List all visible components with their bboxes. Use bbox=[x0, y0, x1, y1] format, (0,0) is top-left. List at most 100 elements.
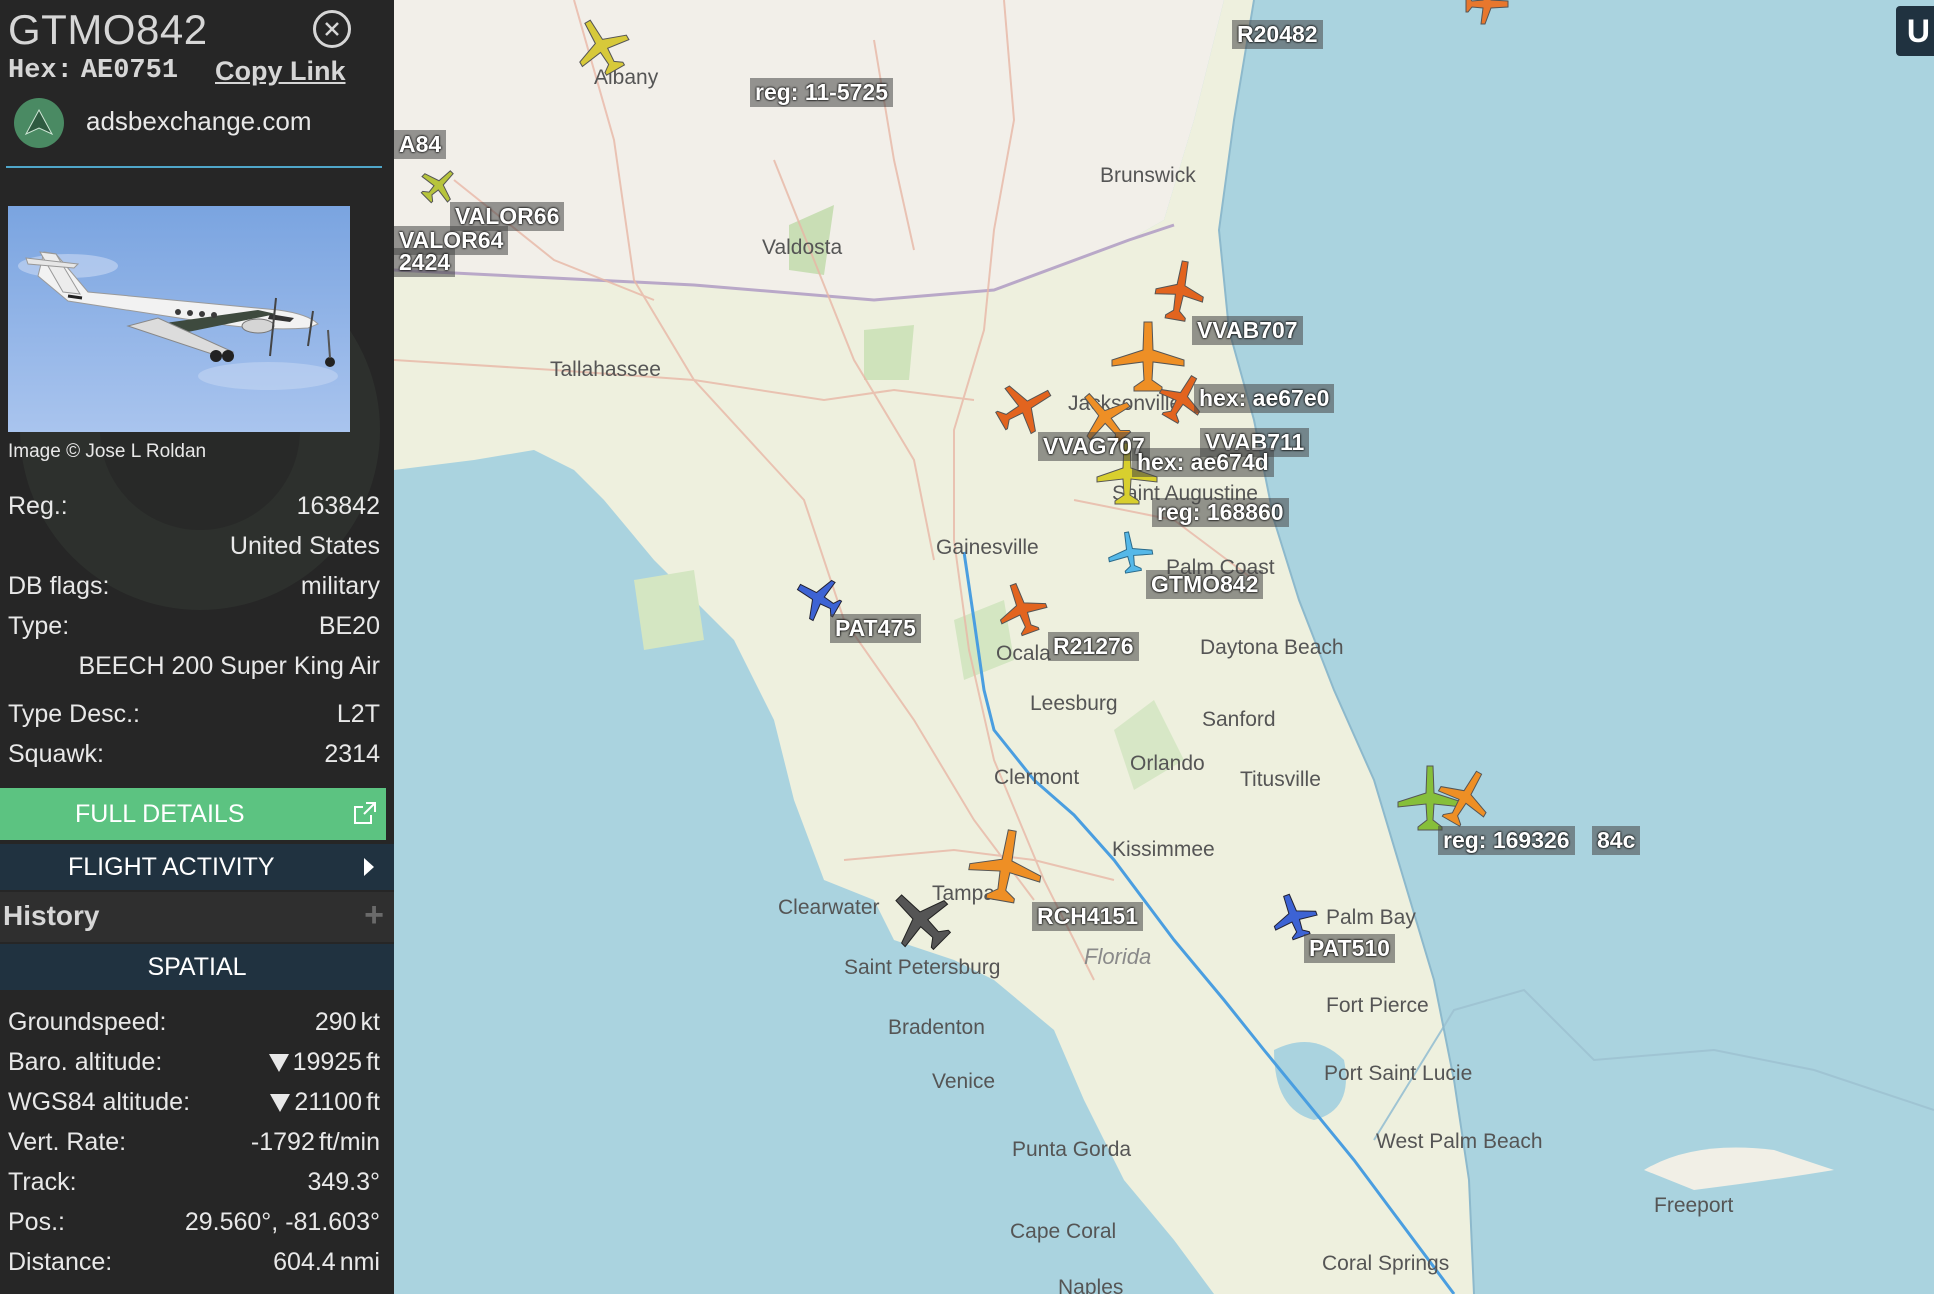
aircraft-icon[interactable] bbox=[1460, 0, 1516, 26]
baro-altitude-value: 19925 bbox=[292, 1048, 363, 1076]
photo-credit[interactable]: Image © Jose L Roldan bbox=[8, 441, 206, 463]
aircraft-photo[interactable] bbox=[8, 206, 350, 432]
city-label: Cape Coral bbox=[1010, 1220, 1117, 1243]
squawk-value: 2314 bbox=[324, 740, 380, 768]
track-label: Track: bbox=[8, 1168, 77, 1196]
divider bbox=[6, 166, 382, 168]
city-label: Punta Gorda bbox=[1012, 1138, 1132, 1161]
hex-line: Hex: AE0751 bbox=[8, 56, 178, 86]
aircraft-label[interactable]: reg: 11-5725 bbox=[750, 78, 893, 107]
aircraft-icon[interactable] bbox=[1434, 766, 1496, 828]
type-value: BE20 bbox=[318, 612, 380, 640]
aircraft-icon[interactable] bbox=[570, 14, 632, 76]
groundspeed-label: Groundspeed: bbox=[8, 1008, 167, 1036]
type-full-value: BEECH 200 Super King Air bbox=[78, 652, 380, 680]
groundspeed-value: 290 bbox=[314, 1008, 357, 1036]
dbflags-value: military bbox=[300, 572, 380, 600]
full-details-button[interactable]: FULL DETAILS bbox=[0, 788, 386, 840]
map-view[interactable]: Albany Brunswick Valdosta Tallahassee Ga… bbox=[394, 0, 1934, 1294]
chevron-right-icon bbox=[364, 858, 374, 876]
city-label: Daytona Beach bbox=[1200, 636, 1344, 659]
groundspeed-unit: kt bbox=[360, 1008, 380, 1036]
city-label: Naples bbox=[1058, 1276, 1124, 1294]
state-label: Florida bbox=[1084, 944, 1152, 969]
vert-rate-label: Vert. Rate: bbox=[8, 1128, 127, 1156]
aircraft-label[interactable]: reg: 168860 bbox=[1152, 498, 1289, 527]
aircraft-label[interactable]: PAT475 bbox=[830, 614, 921, 643]
aircraft-label[interactable]: VVAB707 bbox=[1192, 316, 1303, 345]
city-label: Sanford bbox=[1202, 708, 1276, 731]
hex-value: AE0751 bbox=[80, 56, 179, 86]
city-label: Saint Petersburg bbox=[844, 956, 1001, 979]
adsbexchange-link[interactable]: adsbexchange.com bbox=[86, 106, 311, 137]
vert-rate-value: -1792 bbox=[250, 1128, 315, 1156]
city-label: Clearwater bbox=[778, 896, 880, 919]
city-label: Ocala bbox=[996, 642, 1051, 665]
aircraft-icon[interactable] bbox=[884, 886, 956, 952]
aircraft-label[interactable]: RCH4151 bbox=[1032, 902, 1143, 931]
aircraft-label[interactable]: GTMO842 bbox=[1146, 570, 1264, 599]
city-label: Tallahassee bbox=[550, 358, 661, 381]
city-label: Coral Springs bbox=[1322, 1252, 1450, 1275]
distance-label: Distance: bbox=[8, 1248, 113, 1276]
aircraft-icon[interactable] bbox=[966, 826, 1046, 906]
full-details-label: FULL DETAILS bbox=[75, 799, 245, 828]
wgs84-altitude-label: WGS84 altitude: bbox=[8, 1088, 191, 1116]
city-label: Clermont bbox=[994, 766, 1080, 789]
close-icon bbox=[325, 22, 339, 36]
spatial-section-header[interactable]: SPATIAL bbox=[0, 944, 394, 990]
typedesc-label: Type Desc.: bbox=[8, 700, 140, 728]
city-label: Bradenton bbox=[888, 1016, 985, 1039]
position-label: Pos.: bbox=[8, 1208, 65, 1236]
aircraft-info-panel: GTMO842 Hex: AE0751 Copy Link adsbexchang… bbox=[0, 0, 394, 1294]
aircraft-label[interactable]: 84c bbox=[1592, 826, 1641, 855]
external-link-icon bbox=[354, 802, 376, 824]
reg-label: Reg.: bbox=[8, 492, 68, 520]
descending-icon bbox=[270, 1094, 291, 1112]
map-base bbox=[394, 0, 1934, 1294]
aircraft-label[interactable]: hex: ae674d bbox=[1132, 448, 1274, 477]
flight-activity-button[interactable]: FLIGHT ACTIVITY bbox=[0, 844, 394, 890]
aircraft-label[interactable]: R21276 bbox=[1048, 632, 1139, 661]
distance-value: 604.4 bbox=[273, 1248, 336, 1276]
map-control-button[interactable]: U bbox=[1896, 6, 1934, 56]
reg-value: 163842 bbox=[296, 492, 380, 520]
vert-rate-unit: ft/min bbox=[318, 1128, 380, 1156]
expand-plus-icon[interactable]: + bbox=[364, 896, 384, 935]
close-button[interactable] bbox=[313, 10, 351, 48]
history-title: History bbox=[3, 900, 100, 931]
city-label: Fort Pierce bbox=[1326, 994, 1429, 1017]
aircraft-label[interactable]: R20482 bbox=[1232, 20, 1323, 49]
city-label: Valdosta bbox=[762, 236, 843, 259]
callsign-title: GTMO842 bbox=[8, 6, 208, 53]
country-value: United States bbox=[229, 532, 380, 560]
aircraft-icon[interactable] bbox=[992, 374, 1058, 440]
city-label: Leesburg bbox=[1030, 692, 1118, 715]
history-section-header[interactable]: History + bbox=[0, 892, 394, 942]
city-label: Freeport bbox=[1654, 1194, 1734, 1217]
baro-altitude-label: Baro. altitude: bbox=[8, 1048, 163, 1076]
aircraft-label[interactable]: hex: ae67e0 bbox=[1194, 384, 1335, 413]
city-label: Gainesville bbox=[936, 536, 1039, 559]
city-label: Orlando bbox=[1130, 752, 1205, 775]
typedesc-value: L2T bbox=[336, 700, 380, 728]
city-label: Venice bbox=[932, 1070, 996, 1093]
squawk-label: Squawk: bbox=[8, 740, 104, 768]
flight-activity-label: FLIGHT ACTIVITY bbox=[68, 852, 275, 881]
position-value: 29.560°, -81.603° bbox=[184, 1208, 380, 1236]
baro-altitude-unit: ft bbox=[366, 1048, 380, 1076]
aircraft-label[interactable]: 2424 bbox=[394, 248, 456, 277]
descending-icon bbox=[268, 1054, 289, 1072]
aircraft-label[interactable]: PAT510 bbox=[1304, 934, 1395, 963]
track-value: 349.3° bbox=[307, 1168, 380, 1196]
copy-link[interactable]: Copy Link bbox=[215, 56, 346, 87]
adsbexchange-logo-icon[interactable] bbox=[14, 98, 64, 148]
city-label: Brunswick bbox=[1100, 164, 1196, 187]
aircraft-label[interactable]: reg: 169326 bbox=[1438, 826, 1575, 855]
aircraft-icon[interactable] bbox=[1104, 528, 1156, 576]
aircraft-label[interactable]: A84 bbox=[394, 130, 447, 159]
city-label: Kissimmee bbox=[1112, 838, 1215, 861]
spatial-label: SPATIAL bbox=[147, 952, 247, 981]
aircraft-icon[interactable] bbox=[994, 578, 1050, 640]
wgs84-altitude-unit: ft bbox=[366, 1088, 380, 1116]
